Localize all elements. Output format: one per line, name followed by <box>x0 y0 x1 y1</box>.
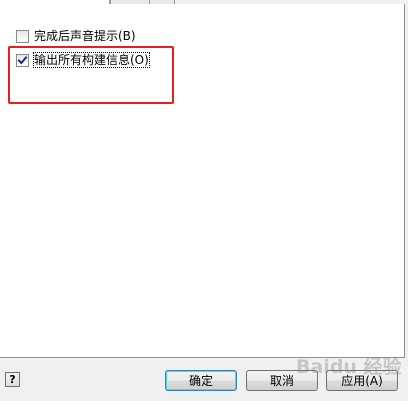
apply-button[interactable]: 应用(A) <box>326 370 398 391</box>
sound-notify-option[interactable]: 完成后声音提示(B) <box>16 28 136 44</box>
sound-notify-checkbox[interactable] <box>16 29 29 43</box>
cancel-button[interactable]: 取消 <box>246 370 318 391</box>
highlight-annotation <box>8 46 174 104</box>
help-button[interactable]: ? <box>5 372 20 387</box>
ok-button[interactable]: 确定 <box>165 370 237 391</box>
sound-notify-label: 完成后声音提示(B) <box>34 29 136 43</box>
options-panel: 完成后声音提示(B) 输出所有构建信息(O) <box>0 4 405 358</box>
